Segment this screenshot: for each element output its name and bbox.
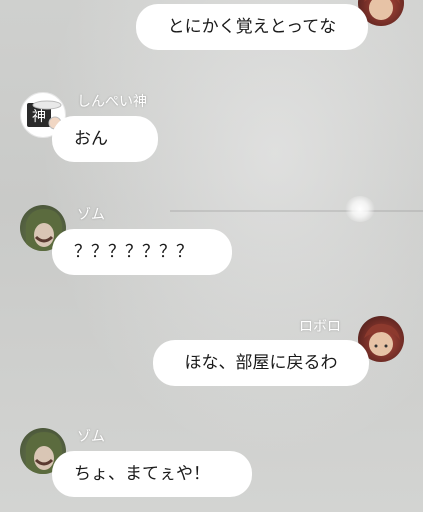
message-bubble: ？？？？？？？ <box>52 229 232 275</box>
ceiling-rail <box>170 210 423 212</box>
message-bubble: ほな、部屋に戻るわ <box>153 340 369 386</box>
message-bubble: おん <box>52 116 158 162</box>
message-bubble: とにかく覚えとってな <box>136 4 368 50</box>
sender-name: ゾム <box>77 207 105 223</box>
ceiling-light <box>345 196 375 222</box>
svg-text:神: 神 <box>32 109 46 125</box>
sender-name: ロボロ <box>299 319 341 335</box>
sender-name: ゾム <box>77 429 105 445</box>
sender-name: しんぺい神 <box>77 94 147 110</box>
message-bubble: ちょ、まてぇや！ <box>52 451 252 497</box>
